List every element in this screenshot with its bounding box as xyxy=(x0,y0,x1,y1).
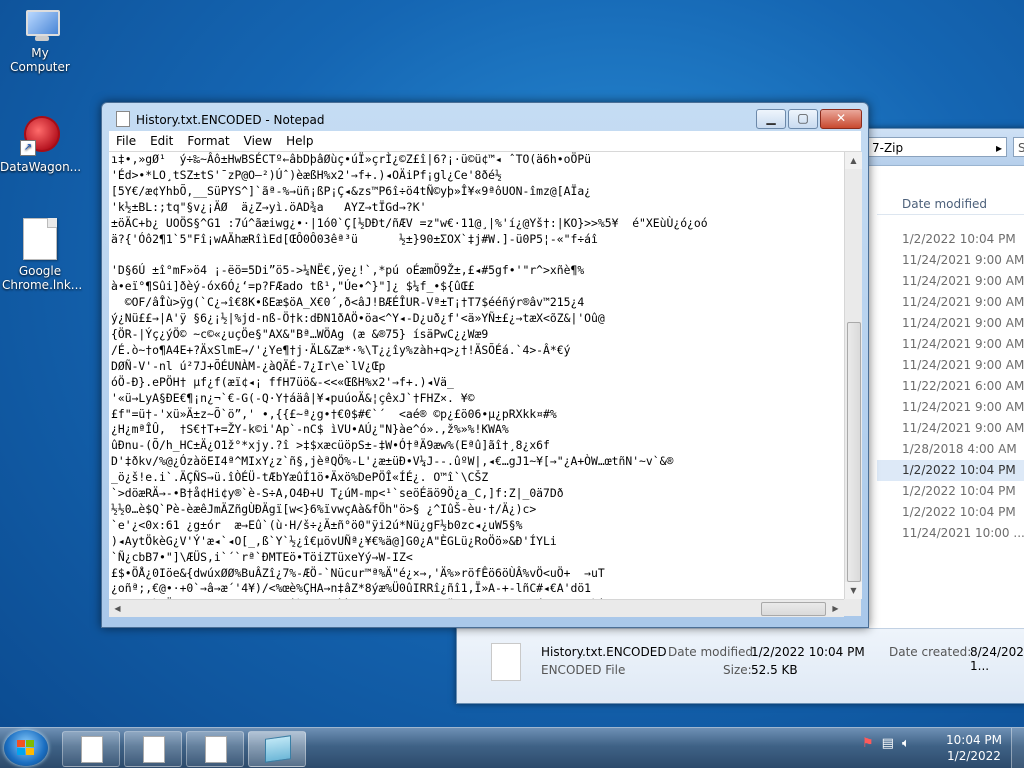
list-item[interactable]: 11/24/2021 10:00 ... xyxy=(877,523,1024,544)
list-item[interactable]: 11/22/2021 6:00 AM xyxy=(877,376,1024,397)
desktop-icon-datawagon[interactable]: ↗ DataWagon... xyxy=(0,116,82,174)
clock[interactable]: 10:04 PM 1/2/2022 xyxy=(946,732,1002,764)
document-icon xyxy=(23,218,57,260)
clock-time: 10:04 PM xyxy=(946,733,1002,747)
desktop-icon-google-chrome-lnk[interactable]: Google Chrome.lnk... xyxy=(0,218,83,292)
search-input[interactable]: Se xyxy=(1013,137,1024,157)
desktop-icon-my-computer[interactable]: My Computer xyxy=(0,10,80,74)
resize-grip[interactable] xyxy=(844,599,861,616)
action-center-icon[interactable]: ⚑ xyxy=(862,736,874,751)
volume-icon[interactable]: 🔈︎ xyxy=(902,736,910,751)
notepad-icon xyxy=(265,735,291,763)
list-item[interactable]: 11/24/2021 9:00 AM xyxy=(877,292,1024,313)
file-list: 1/2/2022 10:04 PM 11/24/2021 9:00 AM 11/24… xyxy=(877,229,1024,544)
document-icon xyxy=(143,736,165,763)
scroll-down-icon[interactable]: ▼ xyxy=(845,582,862,599)
list-item[interactable]: 1/2/2022 10:04 PM xyxy=(877,229,1024,250)
maximize-button[interactable]: ▢ xyxy=(788,109,818,129)
text-editor-area[interactable]: ı‡•,»gØ¹ ý÷‰~Âô±HwBSÉCTº←âbDþâØùç•úÏ»çrÌ… xyxy=(109,152,844,599)
details-modified-value: 1/2/2022 10:04 PM xyxy=(751,645,865,659)
desktop-icon-label: Google Chrome.lnk... xyxy=(2,264,83,292)
scroll-up-icon[interactable]: ▲ xyxy=(845,152,862,169)
column-header-date-modified[interactable]: Date modified xyxy=(877,193,1024,215)
scroll-left-icon[interactable]: ◀ xyxy=(109,600,126,617)
details-size-value: 52.5 KB xyxy=(751,663,798,677)
menu-format[interactable]: Format xyxy=(180,131,236,151)
notepad-icon xyxy=(116,111,130,127)
list-item[interactable]: 1/2/2022 10:04 PM xyxy=(877,502,1024,523)
list-item[interactable]: 11/24/2021 9:00 AM xyxy=(877,334,1024,355)
close-button[interactable]: ✕ xyxy=(820,109,862,129)
taskbar-item-document-3[interactable] xyxy=(186,731,244,767)
menu-edit[interactable]: Edit xyxy=(143,131,180,151)
vertical-scroll-thumb[interactable] xyxy=(847,322,861,582)
details-modified-label: Date modified: xyxy=(668,645,758,659)
notepad-window[interactable]: History.txt.ENCODED - Notepad ▁ ▢ ✕ File Ed… xyxy=(101,102,869,628)
details-file-name: History.txt.ENCODED xyxy=(541,645,667,659)
details-pane: History.txt.ENCODED ENCODED File Date mo… xyxy=(457,628,1024,703)
list-item[interactable]: 11/24/2021 9:00 AM xyxy=(877,418,1024,439)
list-item[interactable]: 11/24/2021 9:00 AM xyxy=(877,313,1024,334)
computer-icon xyxy=(20,10,60,42)
desktop-icon-label: My Computer xyxy=(10,46,70,74)
list-item[interactable]: 11/24/2021 9:00 AM xyxy=(877,397,1024,418)
window-controls: ▁ ▢ ✕ xyxy=(754,109,862,129)
list-item[interactable]: 1/2/2022 10:04 PM xyxy=(877,481,1024,502)
horizontal-scrollbar[interactable]: ◀ ▶ xyxy=(109,599,844,617)
taskbar-item-document-2[interactable] xyxy=(124,731,182,767)
list-item[interactable]: 1/28/2018 4:00 AM xyxy=(877,439,1024,460)
datawagon-icon: ↗ xyxy=(20,116,60,156)
details-created-label: Date created: xyxy=(889,645,972,659)
menu-view[interactable]: View xyxy=(237,131,279,151)
details-created-value: 8/24/2021 1... xyxy=(970,645,1024,673)
details-file-type: ENCODED File xyxy=(541,663,626,677)
taskbar: ⚑ ▤ 🔈︎ 10:04 PM 1/2/2022 xyxy=(0,727,1024,768)
list-item[interactable]: 11/24/2021 9:00 AM xyxy=(877,250,1024,271)
list-item[interactable]: 1/2/2022 10:04 PM xyxy=(877,460,1024,481)
taskbar-item-notepad[interactable] xyxy=(248,731,306,767)
document-icon xyxy=(81,736,103,763)
system-tray: ⚑ ▤ 🔈︎ xyxy=(862,736,918,751)
taskbar-item-document-1[interactable] xyxy=(62,731,120,767)
menu-bar: File Edit Format View Help xyxy=(109,131,861,152)
document-icon xyxy=(205,736,227,763)
start-button[interactable] xyxy=(4,730,48,766)
horizontal-scroll-thumb[interactable] xyxy=(761,602,826,616)
show-desktop-button[interactable] xyxy=(1011,728,1024,768)
desktop-icon-label: DataWagon... xyxy=(0,160,82,174)
network-icon[interactable]: ▤ xyxy=(882,736,894,751)
menu-file[interactable]: File xyxy=(109,131,143,151)
menu-help[interactable]: Help xyxy=(279,131,320,151)
clock-date: 1/2/2022 xyxy=(947,749,1001,763)
list-item[interactable]: 11/24/2021 9:00 AM xyxy=(877,355,1024,376)
list-item[interactable]: 11/24/2021 9:00 AM xyxy=(877,271,1024,292)
vertical-scrollbar[interactable]: ▲ ▼ xyxy=(844,152,862,599)
address-breadcrumb[interactable]: 7-Zip ▸ xyxy=(867,137,1007,157)
scroll-right-icon[interactable]: ▶ xyxy=(827,600,844,617)
breadcrumb-arrow-icon: ▸ xyxy=(995,141,1002,155)
details-size-label: Size: xyxy=(723,663,752,677)
minimize-button[interactable]: ▁ xyxy=(756,109,786,129)
windows-logo-icon xyxy=(17,740,35,756)
file-icon xyxy=(491,643,521,681)
window-title: History.txt.ENCODED - Notepad xyxy=(116,111,325,127)
